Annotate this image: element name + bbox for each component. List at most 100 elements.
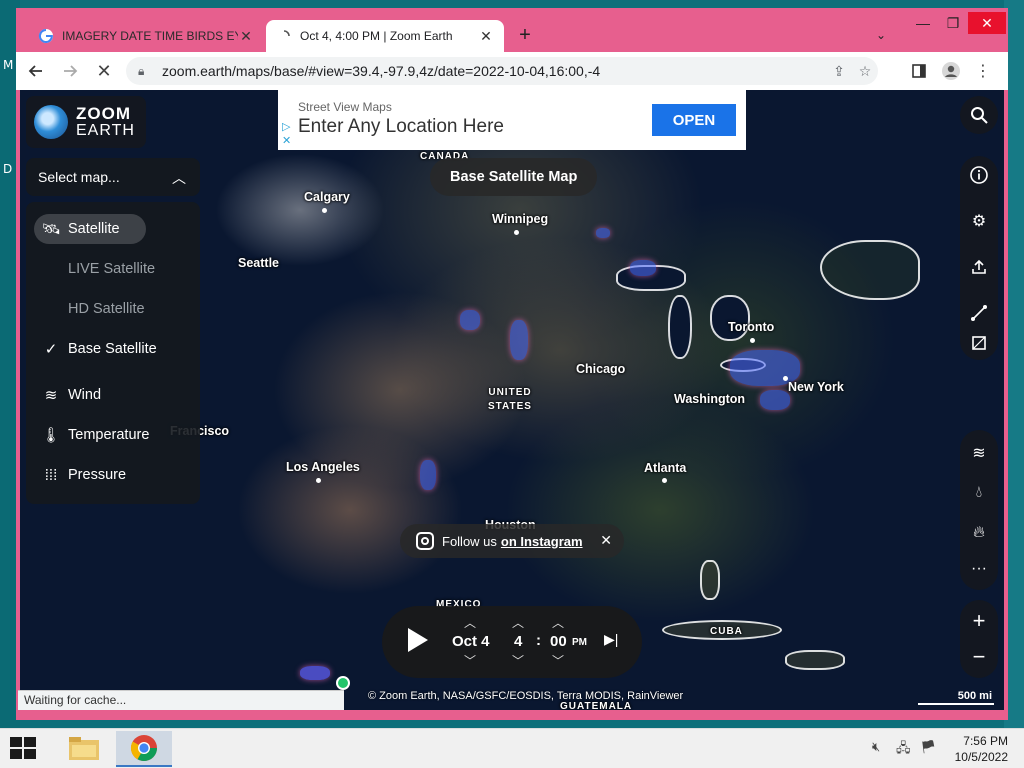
- ad-subtitle: Street View Maps: [298, 100, 392, 114]
- menu-item-label: Base Satellite: [68, 341, 157, 357]
- tab-search-icon[interactable]: ⌄: [876, 28, 886, 42]
- close-window-button[interactable]: ✕: [968, 12, 1006, 34]
- menu-item-live-satellite[interactable]: LIVE Satellite: [34, 254, 192, 284]
- minimize-button[interactable]: —: [908, 12, 938, 34]
- gear-icon[interactable]: ⚙︎: [960, 202, 998, 240]
- desktop-icon-label: M: [3, 58, 14, 72]
- logo-line: EARTH: [76, 122, 135, 139]
- address-bar[interactable]: 🔒︎ zoom.earth/maps/base/#view=39.4,-97.9…: [126, 57, 878, 85]
- precipitation-icon[interactable]: 💧︎: [960, 474, 998, 512]
- radar-blip: [630, 260, 656, 276]
- profile-avatar[interactable]: [938, 58, 964, 84]
- city-dot: [322, 208, 327, 213]
- map-label-city: Seattle: [238, 256, 279, 270]
- ad-open-button[interactable]: OPEN: [652, 104, 736, 136]
- google-icon: [38, 28, 54, 44]
- radar-blip: [420, 460, 436, 490]
- tab-imagery[interactable]: IMAGERY DATE TIME BIRDS EYE ✕: [28, 20, 264, 52]
- ad-banner[interactable]: ▷ ✕ Street View Maps Enter Any Location …: [278, 90, 746, 150]
- zoom-out-button[interactable]: −: [960, 638, 998, 676]
- chevron-up-icon[interactable]: ︿: [464, 614, 476, 631]
- menu-item-satellite[interactable]: 🛰︎ Satellite: [34, 214, 146, 244]
- back-button[interactable]: [22, 57, 50, 85]
- close-tab-icon[interactable]: ✕: [478, 28, 494, 45]
- maximize-button[interactable]: ❐: [938, 12, 968, 34]
- chevron-up-icon[interactable]: ︿: [512, 614, 524, 631]
- forward-button[interactable]: [56, 57, 84, 85]
- map-label-city: New York: [788, 380, 844, 394]
- scale-bar: 500 mi: [917, 690, 994, 705]
- storm-marker[interactable]: [336, 676, 350, 690]
- play-button[interactable]: [408, 628, 428, 652]
- menu-item-base-satellite[interactable]: ✓ Base Satellite: [34, 334, 192, 364]
- chevron-down-icon[interactable]: ﹀: [464, 652, 476, 669]
- more-icon[interactable]: ···: [960, 550, 998, 588]
- zoom-in-button[interactable]: +: [960, 602, 998, 640]
- windows-start-icon[interactable]: [10, 737, 38, 761]
- menu-item-label: Satellite: [68, 221, 120, 237]
- tab-title: Oct 4, 4:00 PM | Zoom Earth: [300, 29, 453, 43]
- checkmark-icon: ✓: [44, 341, 58, 358]
- ad-close-icon[interactable]: ✕: [282, 134, 291, 147]
- tab-title: IMAGERY DATE TIME BIRDS EYE: [62, 29, 238, 43]
- close-icon[interactable]: ✕: [600, 532, 612, 549]
- city-dot: [514, 230, 519, 235]
- network-icon[interactable]: 🖧︎: [896, 739, 911, 761]
- radar-blip: [300, 666, 330, 680]
- select-map-dropdown[interactable]: Select map... ︿: [26, 158, 200, 196]
- ad-choices-icon[interactable]: ▷: [282, 120, 290, 133]
- radar-blip: [760, 390, 790, 410]
- share-icon[interactable]: ⇪: [826, 63, 852, 80]
- clock-date: 10/5/2022: [954, 750, 1008, 764]
- menu-item-temperature[interactable]: 🌡︎ Temperature: [34, 420, 192, 450]
- menu-item-hd-satellite[interactable]: HD Satellite: [34, 294, 192, 324]
- search-icon[interactable]: [960, 96, 998, 134]
- side-panel-icon[interactable]: [906, 58, 932, 84]
- instagram-banner[interactable]: Follow us on Instagram ✕: [400, 524, 624, 558]
- chevron-down-icon[interactable]: ﹀: [552, 652, 564, 669]
- wind-overlay-icon[interactable]: ≋: [960, 434, 998, 472]
- stop-loading-button[interactable]: ✕: [90, 57, 118, 85]
- tools-group: ⚙︎: [960, 156, 998, 360]
- date-value[interactable]: Oct 4: [452, 633, 490, 650]
- close-tab-icon[interactable]: ✕: [238, 28, 254, 45]
- time-separator: :: [536, 632, 541, 649]
- system-clock[interactable]: 7:56 PM 10/5/2022: [955, 733, 1008, 765]
- florida-peninsula: [700, 560, 720, 600]
- minute-value[interactable]: 00: [550, 633, 567, 650]
- menu-item-wind[interactable]: ≋ Wind: [34, 380, 192, 410]
- action-center-icon[interactable]: 🏴︎: [920, 739, 937, 755]
- satellite-icon: 🛰︎: [41, 221, 61, 238]
- satellite-map[interactable]: CANADA Calgary Winnipeg Seattle Toronto …: [20, 90, 1004, 710]
- city-dot: [783, 376, 788, 381]
- menu-item-label: Wind: [68, 387, 102, 403]
- hour-value[interactable]: 4: [514, 633, 522, 650]
- wind-icon: ≋: [44, 387, 58, 404]
- browser-menu-icon[interactable]: ⋮: [970, 58, 996, 84]
- file-explorer-icon[interactable]: [56, 731, 112, 767]
- chrome-taskbar-icon[interactable]: [116, 731, 172, 767]
- instagram-link[interactable]: on Instagram: [501, 534, 583, 549]
- measure-area-icon[interactable]: [960, 324, 998, 362]
- chevron-down-icon[interactable]: ﹀: [512, 652, 524, 669]
- select-map-label: Select map...: [38, 169, 120, 185]
- chevron-up-icon[interactable]: ︿: [552, 614, 564, 631]
- share-icon[interactable]: [960, 248, 998, 286]
- radar-blip: [460, 310, 480, 330]
- radar-blip: [510, 320, 528, 360]
- map-label-city: Washington: [674, 392, 746, 406]
- volume-muted-icon[interactable]: 🔇︎: [872, 739, 880, 755]
- skip-to-now-icon[interactable]: ▶︎|: [604, 631, 618, 648]
- search-group: [960, 96, 998, 134]
- info-icon[interactable]: [960, 156, 998, 194]
- menu-item-pressure[interactable]: ⁞⁞⁞ Pressure: [34, 460, 192, 490]
- zoom-earth-logo[interactable]: ZOOM EARTH: [26, 96, 146, 148]
- fire-icon[interactable]: 🔥︎: [960, 514, 998, 552]
- new-tab-button[interactable]: +: [513, 24, 537, 48]
- tab-zoom-earth[interactable]: Oct 4, 4:00 PM | Zoom Earth ✕: [266, 20, 504, 52]
- menu-item-label: LIVE Satellite: [68, 261, 156, 277]
- map-label-city: Toronto: [728, 320, 775, 334]
- map-label-city: Calgary: [304, 190, 350, 204]
- city-dot: [750, 338, 755, 343]
- bookmark-star-icon[interactable]: ☆: [852, 63, 878, 80]
